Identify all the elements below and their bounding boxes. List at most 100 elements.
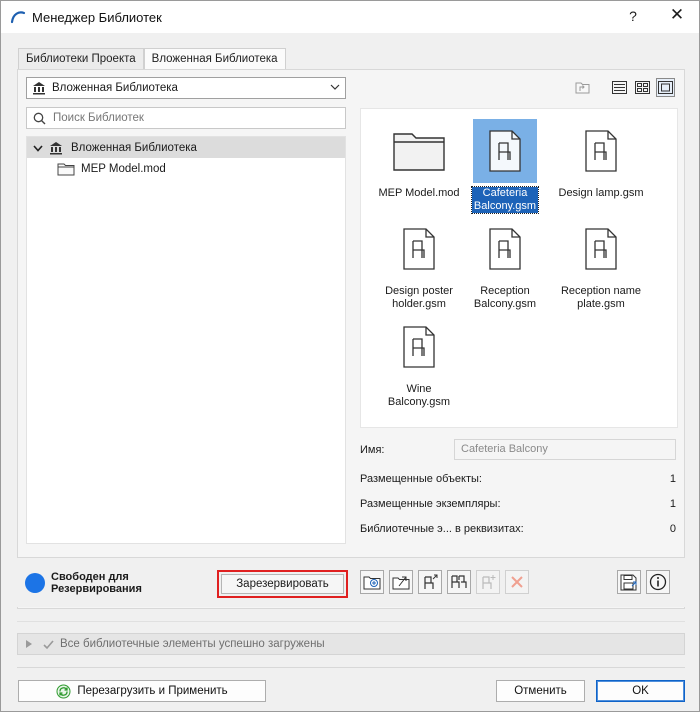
up-level-button[interactable] (573, 78, 592, 97)
reservation-status-text: Свободен для Резервирования (51, 571, 142, 595)
chair-object-icon (473, 217, 537, 281)
item-name: Wine Balcony.gsm (387, 383, 451, 408)
view-mode-buttons (573, 78, 675, 97)
small-icons-view-icon (635, 81, 650, 94)
duplicate-object-button[interactable] (447, 570, 471, 594)
save-disk-icon (620, 574, 637, 590)
library-manager-dialog: Менеджер Библиотек ? ✕ Библиотеки Проект… (0, 0, 700, 712)
tree-item-label: Вложенная Библиотека (71, 141, 197, 154)
library-building-icon (33, 82, 45, 95)
item-name: Design lamp.gsm (558, 187, 644, 199)
reserve-button-highlight: Зарезервировать (217, 570, 348, 598)
placed-instances-value: 1 (669, 498, 676, 510)
search-icon (33, 112, 46, 124)
chair-object-icon (473, 119, 537, 183)
tree-item-label: MEP Model.mod (81, 162, 166, 175)
tab-bar: Библиотеки Проекта Вложенная Библиотека (18, 48, 286, 71)
tree-item-embedded-library[interactable]: Вложенная Библиотека (27, 137, 345, 158)
up-level-icon (575, 82, 590, 94)
item-name: Reception name plate.gsm (560, 285, 642, 310)
chair-move-icon (482, 575, 496, 589)
name-field: Cafeteria Balcony (454, 439, 676, 460)
library-item-wine-balcony[interactable]: Wine Balcony.gsm (369, 315, 469, 409)
open-object-button[interactable] (418, 570, 442, 594)
library-select-value: Вложенная Библиотека (52, 82, 178, 94)
placed-instances-label: Размещенные экземпляры: (360, 498, 501, 510)
close-button[interactable]: ✕ (667, 5, 687, 25)
library-select[interactable]: Вложенная Библиотека (26, 77, 346, 99)
export-object-button[interactable] (389, 570, 413, 594)
secondary-action-buttons (617, 570, 670, 594)
divider (17, 667, 685, 668)
library-tree: Вложенная Библиотека MEP Model.mod (26, 136, 346, 544)
large-icons-view-button[interactable] (656, 78, 675, 97)
property-placed-instances-row: Размещенные экземпляры: 1 (360, 494, 678, 514)
chair-object-icon (387, 217, 451, 281)
library-item-cafeteria-balcony[interactable]: Cafeteria Balcony.gsm (455, 119, 555, 214)
save-library-button[interactable] (617, 570, 641, 594)
chevron-down-icon (330, 84, 340, 90)
embedded-library-panel: Вложенная Библиотека Поиск Библиотек Вло… (17, 69, 685, 609)
tab-project-libraries[interactable]: Библиотеки Проекта (18, 48, 144, 70)
library-in-props-value: 0 (669, 523, 676, 535)
info-button[interactable] (646, 570, 670, 594)
library-item-design-lamp[interactable]: Design lamp.gsm (551, 119, 651, 200)
folder-icon (387, 119, 451, 183)
small-icons-view-button[interactable] (633, 78, 652, 97)
folder-export-icon (392, 576, 410, 590)
chair-edit-icon (424, 574, 438, 589)
property-library-in-props-row: Библиотечные э... в реквизитах: 0 (360, 519, 678, 539)
title-bar: Менеджер Библиотек ? ✕ (1, 1, 699, 33)
status-dot-icon (25, 573, 45, 593)
property-placed-objects-row: Размещенные объекты: 1 (360, 469, 678, 489)
load-status-text: Все библиотечные элементы успешно загруж… (60, 638, 325, 650)
load-status-bar[interactable]: Все библиотечные элементы успешно загруж… (17, 633, 685, 655)
library-item-mep-model[interactable]: MEP Model.mod (369, 119, 469, 200)
reload-and-apply-button[interactable]: Перезагрузить и Применить (18, 680, 266, 702)
ok-button[interactable]: OK (596, 680, 685, 702)
list-view-button[interactable] (610, 78, 629, 97)
library-in-props-label: Библиотечные э... в реквизитах: (360, 523, 524, 535)
library-items-grid: MEP Model.mod Cafeteria Balcony.gsm Desi… (360, 108, 678, 428)
chair-object-icon (569, 119, 633, 183)
chair-object-icon (387, 315, 451, 379)
move-object-button[interactable] (476, 570, 500, 594)
cancel-button[interactable]: Отменить (496, 680, 585, 702)
checkmark-icon (43, 639, 54, 649)
chair-object-icon (569, 217, 633, 281)
window-title: Менеджер Библиотек (32, 9, 162, 25)
library-item-reception-balcony[interactable]: Reception Balcony.gsm (455, 217, 555, 311)
library-item-reception-name-plate[interactable]: Reception name plate.gsm (551, 217, 651, 311)
list-view-icon (612, 81, 627, 94)
tab-embedded-library[interactable]: Вложенная Библиотека (143, 48, 286, 71)
library-action-buttons (360, 570, 529, 594)
help-button[interactable]: ? (625, 8, 641, 24)
folder-icon (57, 163, 75, 175)
chairs-icon (451, 575, 467, 588)
library-search (26, 107, 346, 129)
archicad-app-icon (10, 11, 26, 24)
expand-triangle-icon[interactable] (25, 639, 33, 649)
property-name-label: Имя: (360, 444, 385, 456)
item-name: Cafeteria Balcony.gsm (470, 186, 540, 214)
divider (17, 621, 685, 622)
item-name: Design poster holder.gsm (385, 285, 453, 310)
info-icon (649, 573, 667, 591)
library-item-design-poster-holder[interactable]: Design poster holder.gsm (369, 217, 469, 311)
delete-object-button[interactable] (505, 570, 529, 594)
tree-item-mep-model[interactable]: MEP Model.mod (27, 158, 345, 179)
reload-button-label: Перезагрузить и Применить (77, 685, 228, 697)
reload-icon (56, 684, 71, 698)
reservation-status-bar: Свободен для Резервирования Зарезервирова… (17, 557, 685, 607)
large-icons-view-icon (658, 81, 673, 94)
chevron-down-icon[interactable] (32, 142, 44, 154)
reserve-button[interactable]: Зарезервировать (221, 574, 344, 594)
add-new-object-button[interactable] (360, 570, 384, 594)
delete-x-icon (511, 576, 523, 588)
library-building-icon (50, 141, 62, 154)
property-name-row: Имя: Cafeteria Balcony (360, 439, 678, 460)
search-input[interactable] (51, 111, 331, 125)
item-name: Reception Balcony.gsm (473, 285, 537, 310)
placed-objects-value: 1 (669, 473, 676, 485)
folder-add-icon (363, 576, 381, 590)
